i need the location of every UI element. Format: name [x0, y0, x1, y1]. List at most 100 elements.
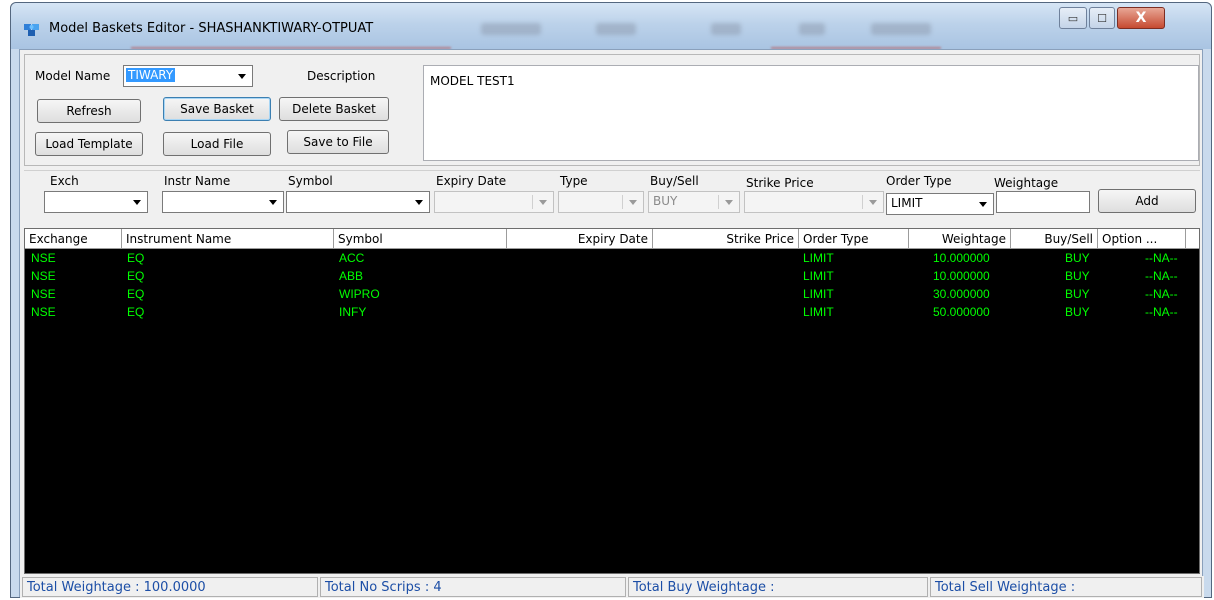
cell-instrument: EQ — [127, 269, 145, 283]
strike-price-label: Strike Price — [746, 176, 814, 190]
chevron-down-icon — [539, 200, 547, 205]
cell-buy-sell: BUY — [1065, 287, 1090, 301]
cell-symbol: ABB — [339, 269, 364, 283]
column-header-strike-price[interactable]: Strike Price — [653, 229, 799, 249]
chevron-down-icon — [979, 202, 987, 207]
instr-name-label: Instr Name — [164, 174, 231, 188]
cell-order-type: LIMIT — [803, 251, 834, 265]
cell-exchange: NSE — [31, 305, 56, 319]
column-header-buy-sell[interactable]: Buy/Sell — [1011, 229, 1098, 249]
column-header-symbol[interactable]: Symbol — [334, 229, 507, 249]
instr-name-dropdown[interactable] — [162, 191, 284, 213]
expiry-date-label: Expiry Date — [436, 174, 507, 188]
title-bar[interactable]: Model Baskets Editor - SHASHANKTIWARY-OT… — [11, 3, 1211, 49]
order-type-label: Order Type — [886, 174, 952, 188]
load-template-button[interactable]: Load Template — [35, 132, 143, 156]
save-basket-button[interactable]: Save Basket — [163, 97, 271, 121]
status-bar: Total Weightage : 100.0000 Total No Scri… — [20, 576, 1204, 598]
chevron-down-icon — [725, 200, 733, 205]
column-header-option[interactable]: Option ... — [1098, 229, 1186, 249]
buy-sell-label: Buy/Sell — [650, 174, 699, 188]
cell-symbol: WIPRO — [339, 287, 380, 301]
status-total-weightage: Total Weightage : 100.0000 — [22, 577, 318, 597]
model-name-label: Model Name — [35, 69, 111, 83]
expiry-date-dropdown[interactable] — [434, 191, 554, 213]
buy-sell-value: BUY — [653, 194, 678, 208]
symbol-dropdown[interactable] — [286, 191, 430, 213]
cell-buy-sell: BUY — [1065, 251, 1090, 265]
exch-dropdown[interactable] — [44, 191, 148, 213]
chevron-down-icon — [869, 200, 877, 205]
cell-weightage: 10.000000 — [933, 269, 990, 283]
order-entry-group: Exch Instr Name Symbol Expiry Date Type … — [24, 170, 1200, 224]
cell-weightage: 10.000000 — [933, 251, 990, 265]
cell-exchange: NSE — [31, 269, 56, 283]
maximize-icon: ☐ — [1097, 11, 1107, 25]
maximize-button[interactable]: ☐ — [1089, 7, 1115, 29]
cell-symbol: ACC — [339, 251, 365, 265]
window-title: Model Baskets Editor - SHASHANKTIWARY-OT… — [49, 21, 374, 36]
order-type-dropdown[interactable]: LIMIT — [886, 193, 994, 215]
cell-option: --NA-- — [1145, 269, 1178, 283]
blurred-background-text — [596, 23, 636, 35]
cell-exchange: NSE — [31, 287, 56, 301]
chevron-down-icon — [415, 200, 423, 205]
weightage-input[interactable] — [996, 191, 1090, 213]
status-total-scrips: Total No Scrips : 4 — [320, 577, 626, 597]
description-label: Description — [307, 69, 376, 83]
description-textarea[interactable]: MODEL TEST1 — [423, 65, 1199, 161]
cell-weightage: 50.000000 — [933, 305, 990, 319]
blurred-background-text — [711, 23, 741, 35]
cell-instrument: EQ — [127, 287, 145, 301]
close-icon: X — [1135, 10, 1147, 26]
column-header-order-type[interactable]: Order Type — [799, 229, 909, 249]
delete-basket-button[interactable]: Delete Basket — [279, 97, 389, 121]
cell-order-type: LIMIT — [803, 305, 834, 319]
close-button[interactable]: X — [1117, 7, 1165, 29]
blurred-background-text — [871, 23, 931, 35]
column-header-weightage[interactable]: Weightage — [909, 229, 1011, 249]
add-button[interactable]: Add — [1098, 189, 1196, 213]
type-label: Type — [560, 174, 588, 188]
cell-instrument: EQ — [127, 251, 145, 265]
strike-price-dropdown[interactable] — [744, 191, 884, 213]
app-puzzle-icon — [24, 24, 39, 36]
column-header-instrument-name[interactable]: Instrument Name — [122, 229, 334, 249]
symbol-label: Symbol — [288, 174, 333, 188]
minimize-button[interactable]: ▭ — [1059, 7, 1087, 29]
client-area: Model Name TIWARY Description Refresh Sa… — [19, 49, 1204, 598]
table-row[interactable]: NSE EQ INFY LIMIT 50.000000 BUY --NA-- — [25, 303, 1199, 321]
chevron-down-icon — [629, 200, 637, 205]
load-file-button[interactable]: Load File — [163, 132, 271, 156]
cell-buy-sell: BUY — [1065, 305, 1090, 319]
model-baskets-window: Model Baskets Editor - SHASHANKTIWARY-OT… — [10, 2, 1212, 598]
table-row[interactable]: NSE EQ WIPRO LIMIT 30.000000 BUY --NA-- — [25, 285, 1199, 303]
table-row[interactable]: NSE EQ ABB LIMIT 10.000000 BUY --NA-- — [25, 267, 1199, 285]
type-dropdown[interactable] — [558, 191, 644, 213]
refresh-button[interactable]: Refresh — [37, 99, 141, 123]
cell-order-type: LIMIT — [803, 269, 834, 283]
grid-header: Exchange Instrument Name Symbol Expiry D… — [25, 229, 1199, 249]
cell-buy-sell: BUY — [1065, 269, 1090, 283]
cell-option: --NA-- — [1145, 287, 1178, 301]
basket-header-group: Model Name TIWARY Description Refresh Sa… — [24, 54, 1200, 166]
exch-label: Exch — [50, 174, 79, 188]
model-name-dropdown[interactable]: TIWARY — [123, 65, 253, 87]
description-value: MODEL TEST1 — [430, 74, 515, 88]
column-header-expiry-date[interactable]: Expiry Date — [507, 229, 653, 249]
model-name-value: TIWARY — [126, 68, 176, 82]
table-row[interactable]: NSE EQ ACC LIMIT 10.000000 BUY --NA-- — [25, 249, 1199, 267]
status-total-buy-weightage: Total Buy Weightage : — [628, 577, 928, 597]
cell-exchange: NSE — [31, 251, 56, 265]
blurred-background-text — [799, 23, 825, 35]
save-to-file-button[interactable]: Save to File — [287, 130, 389, 154]
buy-sell-dropdown[interactable]: BUY — [648, 191, 740, 213]
chevron-down-icon — [238, 74, 246, 79]
column-header-exchange[interactable]: Exchange — [25, 229, 122, 249]
basket-grid[interactable]: Exchange Instrument Name Symbol Expiry D… — [24, 228, 1200, 574]
chevron-down-icon — [269, 200, 277, 205]
chevron-down-icon — [133, 200, 141, 205]
blurred-background-text — [481, 23, 541, 35]
weightage-label: Weightage — [994, 176, 1059, 190]
cell-option: --NA-- — [1145, 305, 1178, 319]
